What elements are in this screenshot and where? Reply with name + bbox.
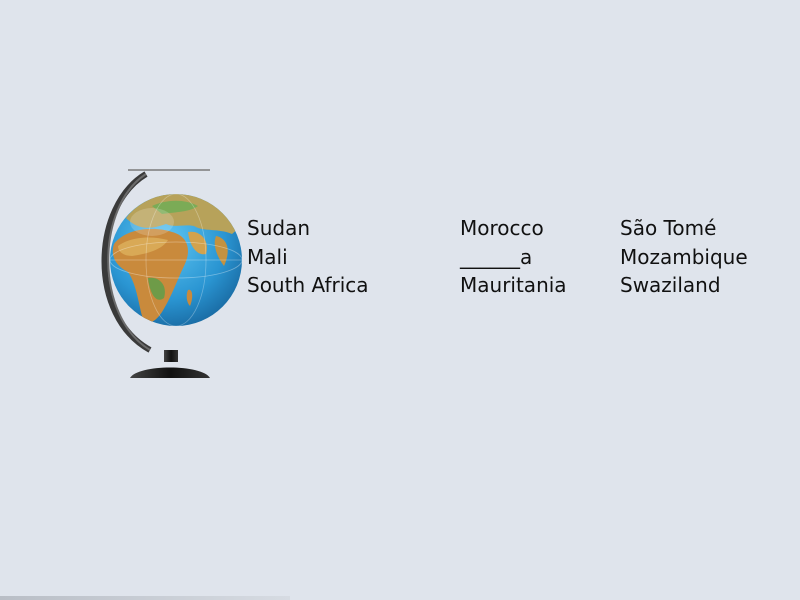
country-label: South Africa [247, 273, 369, 297]
country-label: Mali [247, 244, 288, 269]
country-column-2: Morocco ______a Mauritania [460, 214, 567, 300]
globe-icon [92, 166, 244, 380]
country-column-3: São Tomé Mozambique Swaziland [620, 214, 748, 300]
country-label: São Tomé [620, 216, 717, 240]
country-blank-label: ______a [460, 244, 533, 269]
country-label: Sudan [247, 216, 310, 240]
country-label: Swaziland [620, 273, 721, 297]
country-column-1: Sudan Mali South Africa [247, 214, 369, 300]
country-label: Mozambique [620, 244, 748, 269]
country-label: Mauritania [460, 273, 567, 297]
bottom-divider [0, 596, 290, 600]
country-label: Morocco [460, 216, 544, 240]
